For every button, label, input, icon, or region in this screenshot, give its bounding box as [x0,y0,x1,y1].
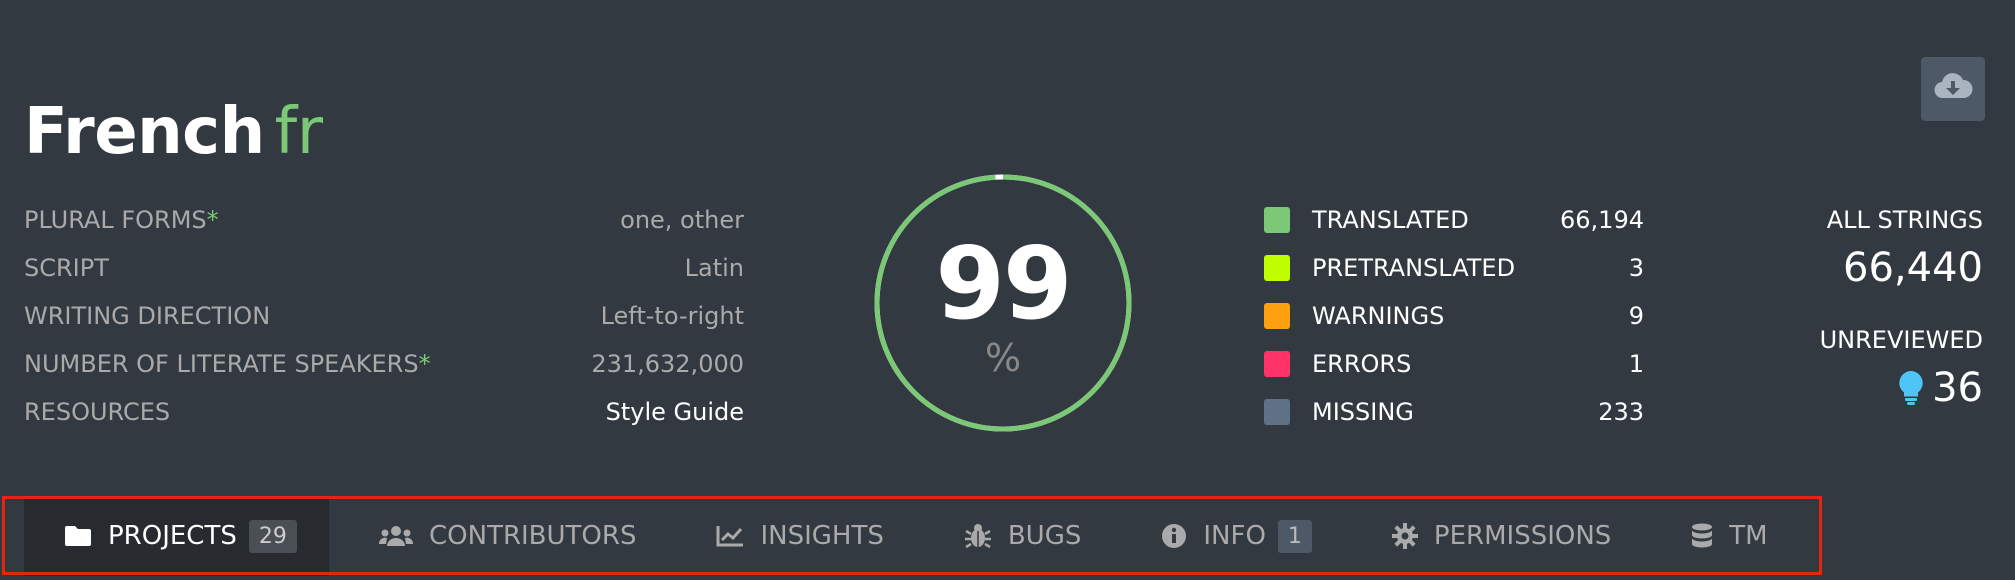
legend-value: 3 [1628,254,1644,282]
bug-icon [964,523,992,549]
info-value: Latin [684,254,744,282]
legend-swatch [1264,255,1290,281]
database-icon [1691,523,1713,549]
tab-count-badge: 1 [1277,519,1312,553]
cloud-download-icon [1933,72,1973,106]
chart-line-icon [716,525,744,547]
tab-projects[interactable]: Projects 29 [24,496,329,576]
legend-swatch [1264,399,1290,425]
info-asterisk: * [418,350,431,378]
all-strings-label: All strings [1826,206,1983,234]
info-label: Script [24,254,109,282]
tab-insights[interactable]: Insights [676,496,923,576]
legend-value: 9 [1628,302,1644,330]
tab-label: TM [1729,521,1768,551]
info-value: 231,632,000 [591,350,744,378]
legend-label: Errors [1312,350,1412,378]
info-circle-icon [1161,523,1187,549]
tab-label: Permissions [1433,521,1612,551]
info-label: Writing direction [24,302,271,330]
legend-item-warnings[interactable]: Warnings 9 [1264,292,1644,340]
info-row-resources: Resources Style Guide [24,388,744,436]
lightbulb-icon [1898,370,1924,406]
legend-value: 1 [1628,350,1644,378]
info-row-writing-direction: Writing direction Left-to-right [24,292,744,340]
tab-tm[interactable]: TM [1651,496,1807,576]
folder-icon [64,525,92,547]
legend-item-pretranslated[interactable]: Pretranslated 3 [1264,244,1644,292]
legend-swatch [1264,207,1290,233]
legend-value: 233 [1598,398,1644,426]
info-label: Plural forms [24,206,207,234]
progress-unit: % [984,336,1022,380]
tab-label: Insights [760,521,884,551]
info-asterisk: * [206,206,219,234]
all-strings-value[interactable]: 66,440 [1820,244,1983,292]
locale-code: fr [274,94,323,169]
info-row-plural-forms: Plural forms* one, other [24,196,744,244]
tab-contributors[interactable]: Contributors [329,496,676,576]
tab-label: Bugs [1007,521,1082,551]
legend-label: Warnings [1312,302,1445,330]
info-label: Number of literate speakers [24,350,419,378]
legend-swatch [1264,303,1290,329]
status-legend: Translated 66,194 Pretranslated 3 Warnin… [1264,196,1644,436]
users-icon [379,525,413,547]
string-stats: All strings 66,440 Unreviewed 36 [1820,196,1983,412]
unreviewed-link[interactable]: 36 [1820,364,1983,412]
legend-item-translated[interactable]: Translated 66,194 [1264,196,1644,244]
legend-label: Pretranslated [1312,254,1516,282]
legend-item-missing[interactable]: Missing 233 [1264,388,1644,436]
legend-label: Translated [1312,206,1469,234]
tab-bar: Projects 29 Contributors Insights [0,496,1825,576]
download-button[interactable] [1921,57,1985,121]
tab-label: Info [1203,521,1266,551]
page-title: French fr [24,95,323,169]
info-value: Left-to-right [600,302,744,330]
progress-percent: 99 [935,225,1072,342]
tab-count-badge: 29 [248,519,297,553]
style-guide-link[interactable]: Style Guide [606,398,744,426]
info-row-literate-speakers: Number of literate speakers* 231,632,000 [24,340,744,388]
legend-item-errors[interactable]: Errors 1 [1264,340,1644,388]
info-label: Resources [24,398,171,426]
legend-swatch [1264,351,1290,377]
locale-info-table: Plural forms* one, other Script Latin Wr… [24,196,744,436]
tab-label: Contributors [429,521,637,551]
tab-bugs[interactable]: Bugs [924,496,1122,576]
info-value: one, other [620,206,744,234]
info-row-script: Script Latin [24,244,744,292]
gear-icon [1391,523,1418,549]
legend-label: Missing [1312,398,1414,426]
unreviewed-value: 36 [1932,365,1983,411]
tab-label: Projects [108,521,237,551]
tab-permissions[interactable]: Permissions [1352,496,1651,576]
unreviewed-label: Unreviewed [1819,326,1983,354]
tab-info[interactable]: Info 1 [1121,496,1352,576]
locale-name: French [24,94,265,169]
legend-value: 66,194 [1560,206,1644,234]
